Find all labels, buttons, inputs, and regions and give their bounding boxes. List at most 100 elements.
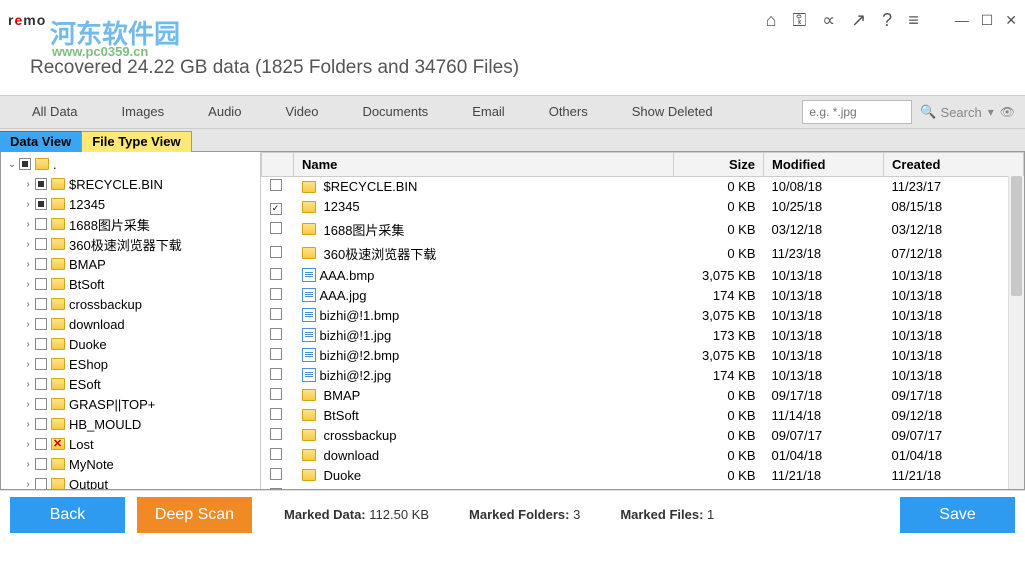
caret-icon[interactable]: › [21, 439, 35, 450]
filter-images[interactable]: Images [100, 95, 187, 129]
checkbox[interactable] [270, 388, 282, 400]
checkbox[interactable] [35, 478, 47, 489]
col-created[interactable]: Created [884, 153, 1024, 177]
maximize-button[interactable]: ☐ [981, 12, 994, 29]
table-row[interactable]: $RECYCLE.BIN0 KB10/08/1811/23/17 [262, 177, 1024, 197]
checkbox[interactable] [35, 418, 47, 430]
save-button[interactable]: Save [900, 497, 1015, 533]
col-name[interactable]: Name [294, 153, 674, 177]
checkbox[interactable] [270, 448, 282, 460]
scroll-thumb[interactable] [1011, 176, 1022, 296]
caret-icon[interactable]: › [21, 419, 35, 430]
caret-icon[interactable]: › [21, 359, 35, 370]
tree-item[interactable]: ›GRASP||TOP+ [3, 394, 258, 414]
home-icon[interactable]: ⌂ [766, 10, 777, 31]
checkbox[interactable] [35, 258, 47, 270]
checkbox[interactable] [270, 488, 282, 490]
checkbox[interactable] [35, 178, 47, 190]
tree-item[interactable]: ›HB_MOULD [3, 414, 258, 434]
checkbox[interactable] [35, 398, 47, 410]
table-row[interactable]: AAA.jpg174 KB10/13/1810/13/18 [262, 285, 1024, 305]
caret-icon[interactable]: › [21, 179, 35, 190]
checkbox[interactable] [35, 338, 47, 350]
table-row[interactable]: bizhi@!1.bmp3,075 KB10/13/1810/13/18 [262, 305, 1024, 325]
tree-item[interactable]: ›crossbackup [3, 294, 258, 314]
filter-video[interactable]: Video [263, 95, 340, 129]
caret-icon[interactable]: › [21, 239, 35, 250]
table-row[interactable]: bizhi@!1.jpg173 KB10/13/1810/13/18 [262, 325, 1024, 345]
caret-icon[interactable]: › [21, 219, 35, 230]
back-button[interactable]: Back [10, 497, 125, 533]
caret-icon[interactable]: › [21, 299, 35, 310]
checkbox[interactable] [35, 458, 47, 470]
caret-icon[interactable]: › [21, 339, 35, 350]
table-row[interactable]: download0 KB01/04/1801/04/18 [262, 445, 1024, 465]
filter-show-deleted[interactable]: Show Deleted [610, 95, 735, 129]
table-row[interactable]: EShop0 KB11/29/1711/29/17 [262, 485, 1024, 489]
menu-icon[interactable]: ≡ [908, 10, 919, 31]
filter-email[interactable]: Email [450, 95, 527, 129]
dropdown-arrow-icon[interactable]: ▾ [988, 105, 994, 119]
caret-icon[interactable]: › [21, 379, 35, 390]
checkbox[interactable] [270, 179, 282, 191]
filter-all-data[interactable]: All Data [10, 95, 100, 129]
tab-data-view[interactable]: Data View [0, 131, 82, 152]
minimize-button[interactable]: — [955, 12, 969, 29]
checkbox[interactable] [270, 308, 282, 320]
table-row[interactable]: crossbackup0 KB09/07/1709/07/17 [262, 425, 1024, 445]
checkbox[interactable] [270, 468, 282, 480]
table-row[interactable]: bizhi@!2.bmp3,075 KB10/13/1810/13/18 [262, 345, 1024, 365]
deep-scan-button[interactable]: Deep Scan [137, 497, 252, 533]
checkbox[interactable] [270, 328, 282, 340]
tree-item[interactable]: ›360极速浏览器下载 [3, 234, 258, 254]
checkbox[interactable] [270, 203, 282, 215]
checkbox[interactable] [35, 318, 47, 330]
col-modified[interactable]: Modified [764, 153, 884, 177]
caret-icon[interactable]: › [21, 279, 35, 290]
tree-item[interactable]: ›12345 [3, 194, 258, 214]
tree-item[interactable]: ›ESoft [3, 374, 258, 394]
tree-item[interactable]: ›Duoke [3, 334, 258, 354]
export-icon[interactable]: ↗ [851, 10, 866, 31]
checkbox[interactable] [270, 246, 282, 258]
help-icon[interactable]: ? [882, 10, 892, 31]
table-row[interactable]: bizhi@!2.jpg174 KB10/13/1810/13/18 [262, 365, 1024, 385]
caret-icon[interactable]: › [21, 479, 35, 490]
checkbox[interactable] [35, 238, 47, 250]
checkbox[interactable] [270, 268, 282, 280]
checkbox[interactable] [19, 158, 31, 170]
caret-icon[interactable]: › [21, 199, 35, 210]
tree-item[interactable]: ›BMAP [3, 254, 258, 274]
search-input[interactable] [802, 100, 912, 124]
checkbox[interactable] [270, 368, 282, 380]
checkbox[interactable] [270, 288, 282, 300]
table-row[interactable]: Duoke0 KB11/21/1811/21/18 [262, 465, 1024, 485]
tree-item[interactable]: ›EShop [3, 354, 258, 374]
tree-root-row[interactable]: ⌄ . [3, 154, 258, 174]
preview-eye-icon[interactable]: 👁 [1000, 105, 1015, 119]
folder-tree[interactable]: ⌄ . ›$RECYCLE.BIN›12345›1688图片采集›360极速浏览… [1, 152, 261, 489]
col-checkbox[interactable] [262, 153, 294, 177]
tree-item[interactable]: ›download [3, 314, 258, 334]
tree-item[interactable]: ›Lost [3, 434, 258, 454]
table-row[interactable]: 360极速浏览器下载0 KB11/23/1807/12/18 [262, 241, 1024, 265]
vertical-scrollbar[interactable] [1008, 176, 1024, 489]
caret-icon[interactable]: › [21, 399, 35, 410]
tree-item[interactable]: ›Output [3, 474, 258, 489]
table-row[interactable]: AAA.bmp3,075 KB10/13/1810/13/18 [262, 265, 1024, 285]
tab-file-type-view[interactable]: File Type View [81, 131, 191, 152]
caret-icon[interactable]: ⌄ [5, 159, 19, 170]
checkbox[interactable] [35, 358, 47, 370]
share-icon[interactable]: ∝ [822, 10, 835, 31]
col-size[interactable]: Size [674, 153, 764, 177]
table-row[interactable]: 123450 KB10/25/1808/15/18 [262, 197, 1024, 218]
checkbox[interactable] [35, 378, 47, 390]
checkbox[interactable] [35, 278, 47, 290]
caret-icon[interactable]: › [21, 259, 35, 270]
filter-documents[interactable]: Documents [340, 95, 450, 129]
checkbox[interactable] [270, 408, 282, 420]
caret-icon[interactable]: › [21, 319, 35, 330]
checkbox[interactable] [35, 218, 47, 230]
checkbox[interactable] [35, 198, 47, 210]
caret-icon[interactable]: › [21, 459, 35, 470]
